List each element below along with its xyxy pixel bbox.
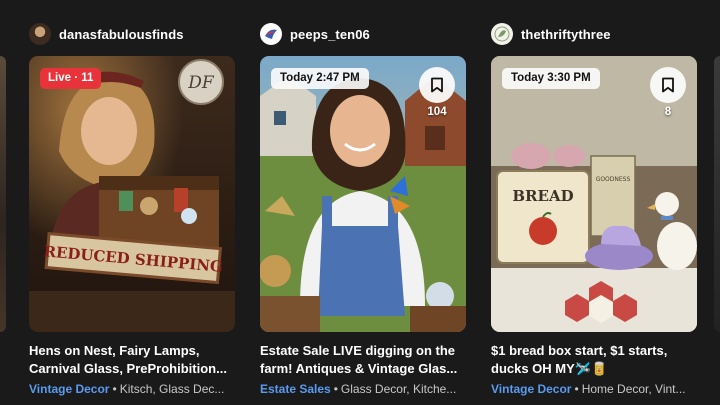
tags: Home Decor, Vint... [581, 382, 686, 396]
show-card[interactable]: danasfabulousfinds DF REDUCED SHIPPING L… [29, 20, 235, 398]
show-meta: Estate Sales • Glass Decor, Kitche... [260, 380, 466, 398]
seller-name[interactable]: thethriftythree [521, 27, 611, 42]
leaf-logo-icon [494, 26, 510, 42]
show-thumbnail[interactable]: Today 2:47 PM 104 [260, 56, 466, 332]
show-meta: Vintage Decor • Kitsch, Glass Dec... [29, 380, 235, 398]
seller-name[interactable]: peeps_ten06 [290, 27, 370, 42]
show-thumbnail[interactable]: BREAD GOODNESS Today 3:30 PM 8 [491, 56, 697, 332]
show-card[interactable]: peeps_ten06 Today 2:47 PM 104 Estate Sal… [260, 20, 466, 398]
live-badge: Live · 11 [40, 68, 102, 89]
svg-text:DF: DF [187, 73, 215, 93]
seller-row[interactable]: danasfabulousfinds [29, 20, 235, 48]
show-title[interactable]: Hens on Nest, Fairy Lamps, Carnival Glas… [29, 342, 235, 378]
bookmark-count: 8 [664, 106, 672, 118]
bookmark-button[interactable] [419, 67, 455, 103]
tags: Kitsch, Glass Dec... [119, 382, 225, 396]
show-title[interactable]: $1 bread box start, $1 starts, ducks OH … [491, 342, 697, 378]
category-link[interactable]: Vintage Decor [491, 382, 571, 396]
scheduled-time-badge: Today 2:47 PM [271, 68, 369, 89]
thumbnail-image: DF REDUCED SHIPPING [29, 56, 235, 332]
bookmark-icon [431, 77, 443, 93]
category-link[interactable]: Estate Sales [260, 382, 331, 396]
seller-avatar[interactable] [260, 23, 282, 45]
scheduled-time-badge: Today 3:30 PM [502, 68, 600, 89]
svg-text:BREAD: BREAD [512, 187, 573, 205]
seller-avatar[interactable] [29, 23, 51, 45]
bookmark-icon [662, 77, 674, 93]
show-meta: Vintage Decor • Home Decor, Vint... [491, 380, 697, 398]
separator-dot: • [333, 382, 338, 396]
seller-row[interactable]: peeps_ten06 [260, 20, 466, 48]
svg-text:GOODNESS: GOODNESS [596, 176, 631, 183]
category-link[interactable]: Vintage Decor [29, 382, 109, 396]
seller-avatar[interactable] [491, 23, 513, 45]
bookmark-button[interactable] [650, 67, 686, 103]
show-thumbnail[interactable]: DF REDUCED SHIPPING Live · 11 [29, 56, 235, 332]
separator-dot: • [574, 382, 579, 396]
seller-name[interactable]: danasfabulousfinds [59, 27, 184, 42]
show-card[interactable]: thethriftythree BREAD GOODNESS Today 3:3… [491, 20, 697, 398]
bookmark-count: 104 [427, 106, 447, 118]
previous-card-edge[interactable] [0, 56, 6, 332]
next-card-edge[interactable] [714, 56, 720, 332]
bird-icon [265, 29, 277, 39]
seller-row[interactable]: thethriftythree [491, 20, 697, 48]
tags: Glass Decor, Kitche... [340, 382, 457, 396]
show-title[interactable]: Estate Sale LIVE digging on the farm! An… [260, 342, 466, 378]
separator-dot: • [112, 382, 117, 396]
